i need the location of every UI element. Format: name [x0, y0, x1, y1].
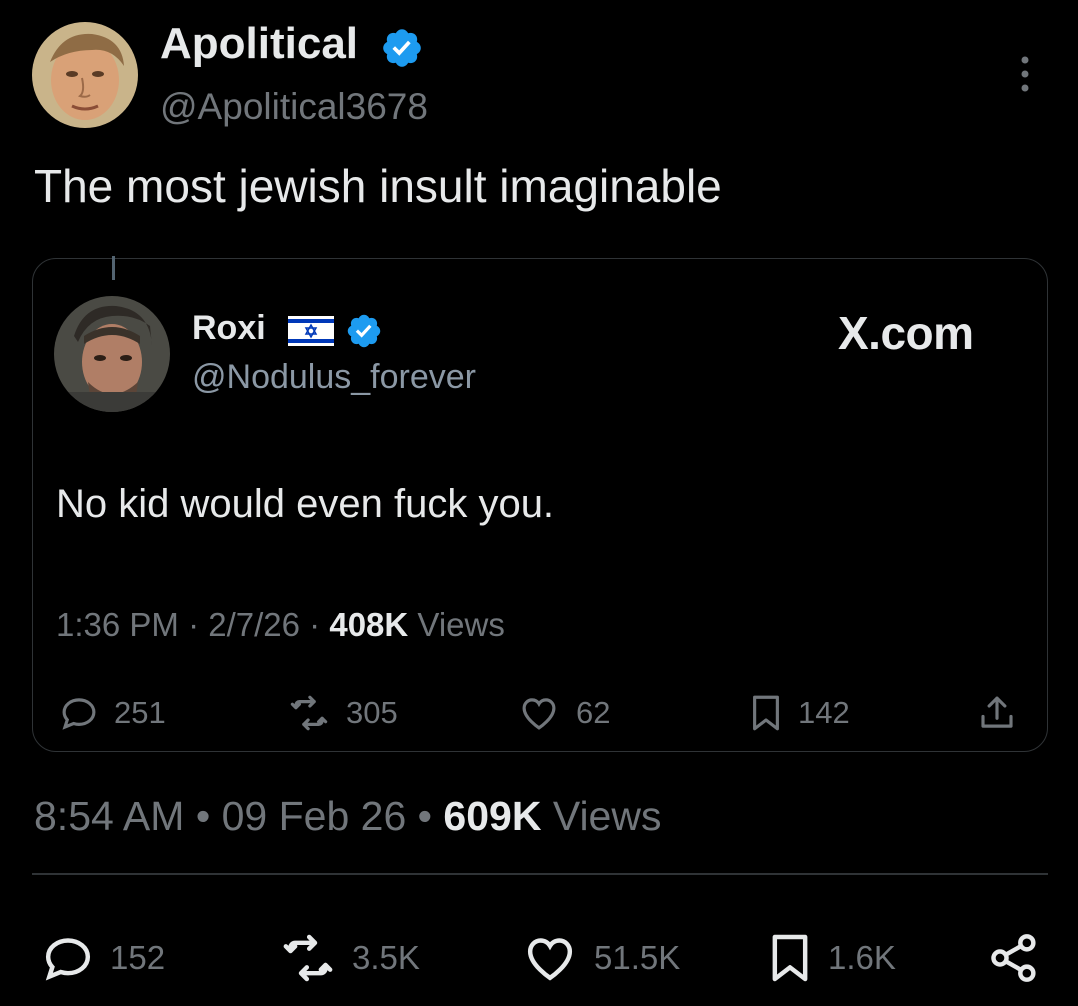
embedded-repost-count: 305: [346, 695, 398, 730]
repost-icon: [290, 695, 328, 731]
author-handle[interactable]: @Apolitical3678: [160, 82, 428, 132]
embedded-reply-count: 251: [114, 695, 166, 730]
bookmark-button[interactable]: 1.6K: [766, 928, 896, 988]
author-name[interactable]: Apolitical: [160, 16, 358, 72]
tweet-views-count: 609K: [443, 793, 542, 839]
embedded-tweet-time: 1:36 PM: [56, 606, 179, 643]
embedded-tweet-text: No kid would even fuck you.: [56, 482, 555, 526]
divider: [32, 873, 1048, 875]
embedded-reply-button[interactable]: 251: [58, 688, 166, 738]
reply-count: 152: [110, 939, 166, 976]
embedded-views-label: Views: [417, 606, 505, 643]
repost-icon: [283, 934, 333, 982]
embedded-like-count: 62: [576, 695, 611, 730]
author-avatar[interactable]: [32, 22, 138, 128]
tweet-meta: 8:54 AM • 09 Feb 26 • 609K Views: [34, 790, 661, 842]
share-icon: [991, 934, 1036, 982]
meta-separator: •: [195, 793, 211, 839]
embedded-share-button[interactable]: [976, 688, 1018, 738]
tweet-date: 09 Feb 26: [221, 793, 407, 839]
repost-button[interactable]: 3.5K: [278, 928, 420, 988]
embedded-like-button[interactable]: 62: [516, 688, 610, 738]
israel-flag-icon: [288, 316, 334, 346]
embedded-views-count: 408K: [329, 606, 409, 643]
tweet-time: 8:54 AM: [34, 793, 185, 839]
reply-icon: [45, 938, 91, 981]
embedded-author-name[interactable]: Roxi: [192, 306, 266, 350]
repost-count: 3.5K: [352, 939, 420, 976]
embedded-tweet-meta: 1:36 PM · 2/7/26 · 408K Views: [56, 603, 505, 647]
x-com-logo[interactable]: X.com: [838, 306, 974, 360]
meta-separator: ·: [188, 606, 200, 643]
reply-icon: [62, 698, 96, 730]
share-button[interactable]: [986, 928, 1042, 988]
verified-badge-icon: [347, 314, 381, 348]
bookmark-count: 1.6K: [828, 939, 896, 976]
more-options-icon[interactable]: [1010, 52, 1040, 98]
embedded-tweet-date: 2/7/26: [208, 606, 300, 643]
embedded-bookmark-button[interactable]: 142: [748, 688, 850, 738]
like-button[interactable]: 51.5K: [520, 928, 680, 988]
embedded-author-handle[interactable]: @Nodulus_forever: [192, 354, 476, 400]
embedded-author-avatar[interactable]: [54, 296, 170, 412]
tweet-text: The most jewish insult imaginable: [34, 160, 722, 212]
share-upload-icon: [981, 696, 1013, 728]
heart-icon: [522, 698, 556, 730]
embedded-repost-button[interactable]: 305: [286, 688, 398, 738]
bookmark-icon: [772, 934, 808, 982]
meta-separator: •: [417, 793, 433, 839]
reply-button[interactable]: 152: [40, 928, 165, 988]
like-count: 51.5K: [594, 939, 681, 976]
verified-badge-icon: [383, 29, 421, 67]
heart-icon: [527, 938, 573, 981]
thread-connector: [112, 256, 115, 280]
meta-separator: ·: [309, 606, 321, 643]
bookmark-icon: [753, 695, 779, 731]
tweet-views-label: Views: [552, 793, 662, 839]
embedded-bookmark-count: 142: [798, 695, 850, 730]
